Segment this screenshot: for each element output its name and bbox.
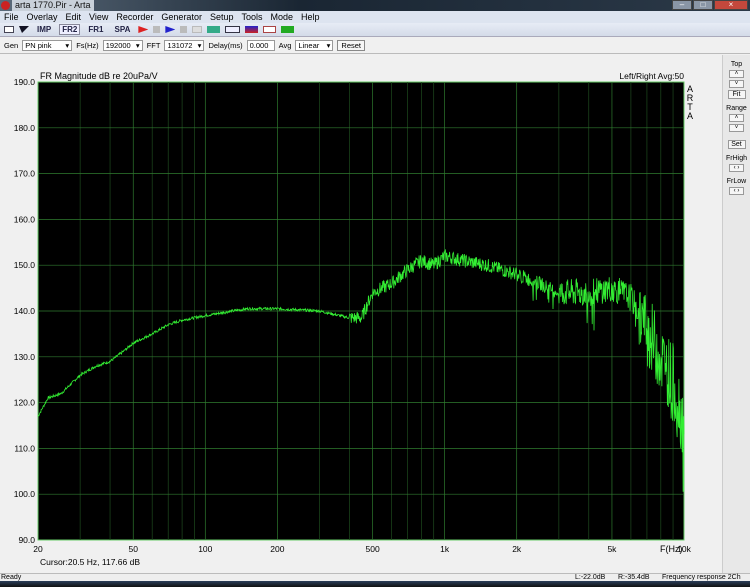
menu-view[interactable]: View xyxy=(89,11,108,23)
open-icon[interactable] xyxy=(19,26,29,33)
chevron-down-icon: ▾ xyxy=(197,41,202,50)
x-tick-label: 20 xyxy=(33,544,43,554)
window-title: arta 1770.Pir - Arta xyxy=(12,0,94,11)
fr2-button[interactable]: FR2 xyxy=(59,24,81,35)
y-tick-label: 140.0 xyxy=(14,306,36,316)
meter-icon[interactable] xyxy=(245,26,259,33)
top-label: Top xyxy=(730,61,743,68)
x-tick-label: 5k xyxy=(607,544,617,554)
y-tick-label: 110.0 xyxy=(14,443,35,453)
y-tick-label: 160.0 xyxy=(14,214,36,224)
reset-button[interactable]: Reset xyxy=(337,40,365,51)
play-icon[interactable] xyxy=(165,26,176,33)
frlow-buttons[interactable]: ‹ › xyxy=(729,187,744,195)
status-bar: Ready L:-22.0dB R:-35.4dB Frequency resp… xyxy=(0,573,750,581)
x-tick-label: 50 xyxy=(129,544,139,554)
fft-label: FFT xyxy=(146,41,161,50)
minimize-button[interactable]: – xyxy=(672,0,692,10)
generator-bar: Gen PN pink ▾ Fs(Hz) 192000 ▾ FFT 131072 ▾ … xyxy=(0,38,750,54)
chart-info: Left/Right Avg:50 xyxy=(619,71,684,81)
record-play-icon[interactable] xyxy=(138,26,149,33)
toolbar: IMP FR2 FR1 SPA xyxy=(0,23,750,37)
set-button[interactable]: Set xyxy=(727,140,746,149)
volume-icon[interactable] xyxy=(225,26,241,33)
scope-icon[interactable] xyxy=(263,26,277,33)
gen-select[interactable]: PN pink ▾ xyxy=(22,40,73,51)
app-icon xyxy=(1,1,10,10)
chevron-down-icon: ▾ xyxy=(326,41,331,50)
arta-logo: ARTA xyxy=(687,84,694,121)
spectrum-icon[interactable] xyxy=(207,26,221,33)
chevron-down-icon: ▾ xyxy=(65,41,70,50)
x-tick-label: 1k xyxy=(440,544,450,554)
chevron-down-icon: ▾ xyxy=(135,41,140,50)
gen-value: PN pink xyxy=(25,41,52,50)
fr-chart[interactable]: FR Magnitude dB re 20uPa/V Left/Right Av… xyxy=(0,55,722,573)
x-tick-label: 500 xyxy=(366,544,380,554)
avg-value: Linear xyxy=(298,41,320,50)
x-axis-label: F(Hz) xyxy=(660,544,683,554)
logo-letter: A xyxy=(687,111,693,121)
menu-help[interactable]: Help xyxy=(301,11,320,23)
fit-button[interactable]: Fit xyxy=(727,90,746,99)
x-tick-label: 200 xyxy=(270,544,284,554)
top-down-button[interactable]: ˅ xyxy=(729,80,744,88)
avg-label: Avg xyxy=(278,41,292,50)
fr1-button[interactable]: FR1 xyxy=(85,24,106,35)
range-up-button[interactable]: ˄ xyxy=(729,114,744,122)
gen-label: Gen xyxy=(4,41,19,50)
fft-value: 131072 xyxy=(167,41,193,50)
rec-icon[interactable] xyxy=(192,26,203,33)
generator-icon[interactable] xyxy=(281,26,295,33)
fs-select[interactable]: 192000 ▾ xyxy=(102,40,143,51)
y-tick-label: 170.0 xyxy=(14,169,36,179)
avg-select[interactable]: Linear ▾ xyxy=(295,40,334,51)
top-up-button[interactable]: ˄ xyxy=(729,70,744,78)
menu-mode[interactable]: Mode xyxy=(271,11,294,23)
right-panel: Top ˄ ˅ Fit Range ˄ ˅ Set FrHigh ‹ › FrL… xyxy=(722,55,750,573)
fs-label: Fs(Hz) xyxy=(76,41,99,50)
delay-input[interactable]: 0.000 xyxy=(246,40,275,51)
range-label: Range xyxy=(726,105,747,112)
y-tick-label: 130.0 xyxy=(14,352,36,362)
y-tick-label: 100.0 xyxy=(14,489,36,499)
fs-value: 192000 xyxy=(105,41,131,50)
frlow-label: FrLow xyxy=(726,178,747,185)
new-file-icon[interactable] xyxy=(4,26,14,33)
range-down-button[interactable]: ˅ xyxy=(729,124,744,132)
y-tick-label: 120.0 xyxy=(14,398,36,408)
imp-button[interactable]: IMP xyxy=(34,24,54,35)
x-tick-label: 2k xyxy=(512,544,522,554)
frhigh-label: FrHigh xyxy=(725,155,747,162)
chart-title: FR Magnitude dB re 20uPa/V xyxy=(40,71,158,81)
menu-tools[interactable]: Tools xyxy=(241,11,262,23)
menu-edit[interactable]: Edit xyxy=(66,11,82,23)
menu-generator[interactable]: Generator xyxy=(161,11,202,23)
frhigh-buttons[interactable]: ‹ › xyxy=(729,164,744,172)
fft-select[interactable]: 131072 ▾ xyxy=(164,40,205,51)
taskbar xyxy=(0,581,750,587)
delay-label: Delay(ms) xyxy=(208,41,243,50)
stop2-icon[interactable] xyxy=(180,26,188,33)
close-button[interactable]: × xyxy=(714,0,748,10)
stop-icon[interactable] xyxy=(153,26,161,33)
y-tick-label: 190.0 xyxy=(14,77,36,87)
cursor-readout: Cursor:20.5 Hz, 117.66 dB xyxy=(40,557,140,567)
y-tick-label: 180.0 xyxy=(14,123,36,133)
menu-bar: File Overlay Edit View Recorder Generato… xyxy=(0,11,750,23)
maximize-button[interactable]: □ xyxy=(693,0,713,10)
menu-recorder[interactable]: Recorder xyxy=(116,11,153,23)
menu-file[interactable]: File xyxy=(4,11,19,23)
y-tick-label: 150.0 xyxy=(14,260,36,270)
menu-overlay[interactable]: Overlay xyxy=(27,11,58,23)
menu-setup[interactable]: Setup xyxy=(210,11,234,23)
title-bar: arta 1770.Pir - Arta – □ × xyxy=(0,0,750,11)
x-tick-label: 100 xyxy=(198,544,212,554)
spa-button[interactable]: SPA xyxy=(111,24,133,35)
